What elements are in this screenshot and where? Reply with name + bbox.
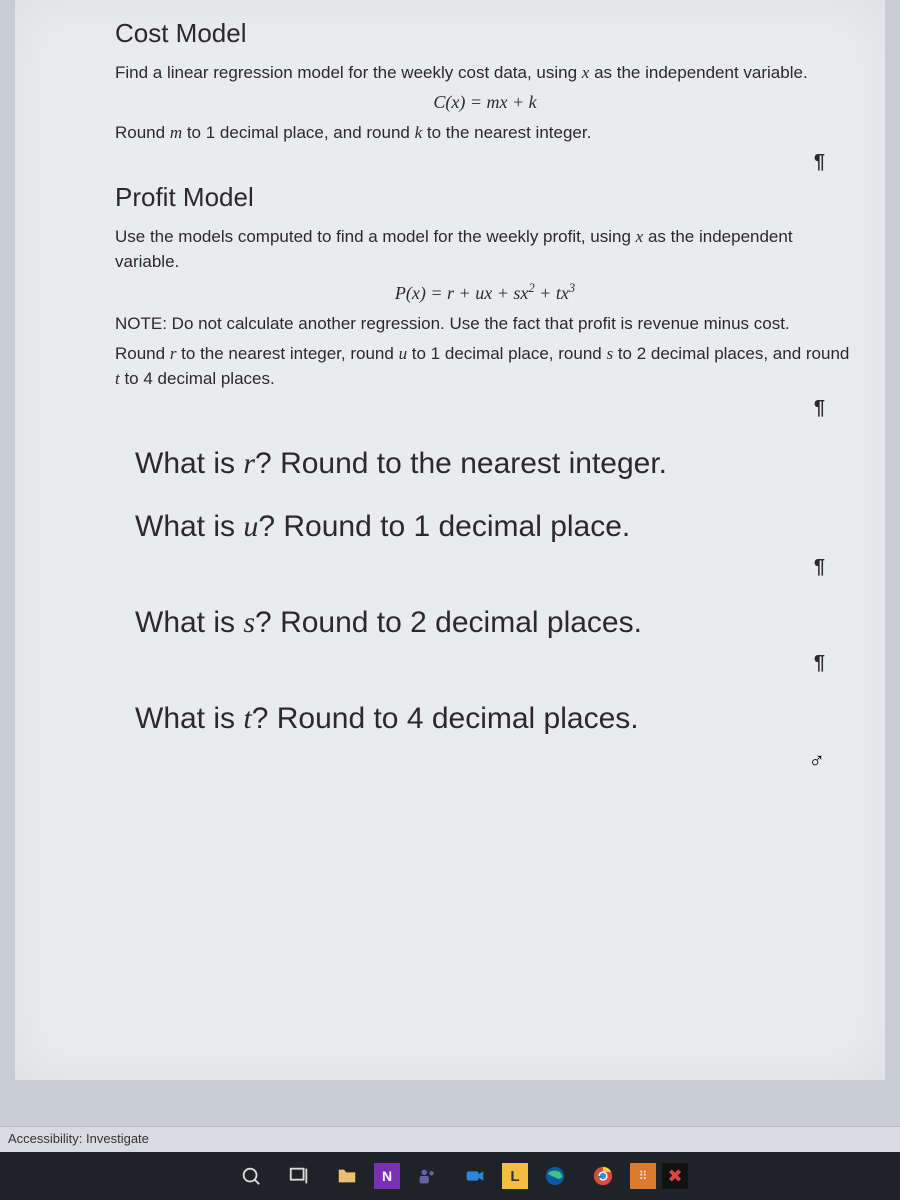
cost-equation: C(x) = mx + k <box>115 92 855 113</box>
document-page: Cost Model Find a linear regression mode… <box>15 0 885 1080</box>
var-m: m <box>170 123 182 142</box>
search-icon[interactable] <box>230 1156 272 1196</box>
var-t: t <box>243 702 251 735</box>
file-explorer-icon[interactable] <box>326 1156 368 1196</box>
text: ? Round to 2 decimal places. <box>255 606 642 639</box>
teams-icon[interactable] <box>406 1156 448 1196</box>
question-s: What is s? Round to 2 decimal places. <box>135 603 855 642</box>
task-view-icon[interactable] <box>278 1156 320 1196</box>
text: What is <box>135 702 243 735</box>
document-content: Cost Model Find a linear regression mode… <box>15 18 885 774</box>
text: ? Round to the nearest integer. <box>255 447 667 480</box>
accessibility-status[interactable]: Accessibility: Investigate <box>8 1131 149 1146</box>
profit-model-heading: Profit Model <box>115 182 855 213</box>
app-dark-icon[interactable]: ✖ <box>662 1163 688 1189</box>
app-l-icon[interactable]: L <box>502 1163 528 1189</box>
cursor-mark: ♂ <box>115 748 855 774</box>
text: ? Round to 1 decimal place. <box>258 510 630 543</box>
question-r: What is r? Round to the nearest integer. <box>135 444 855 483</box>
status-bar: Accessibility: Investigate <box>0 1126 900 1152</box>
var-k: k <box>415 123 423 142</box>
camera-icon[interactable] <box>454 1156 496 1196</box>
var-u: u <box>243 510 258 543</box>
question-u: What is u? Round to 1 decimal place. <box>135 507 855 546</box>
profit-rounding: Round r to the nearest integer, round u … <box>115 342 855 391</box>
onenote-icon[interactable]: N <box>374 1163 400 1189</box>
pilcrow-mark: ¶ <box>115 556 855 579</box>
text: ? Round to 4 decimal places. <box>252 702 639 735</box>
windows-taskbar: N L ⠿ ✖ <box>0 1152 900 1200</box>
text: to the nearest integer. <box>422 123 591 142</box>
pilcrow-mark: ¶ <box>115 397 855 420</box>
var-s: s <box>243 606 255 639</box>
profit-equation: P(x) = r + ux + sx2 + tx3 <box>115 281 855 304</box>
profit-model-instruction: Use the models computed to find a model … <box>115 225 855 274</box>
cost-model-instruction: Find a linear regression model for the w… <box>115 61 855 86</box>
text: to 1 decimal place, and round <box>182 123 414 142</box>
text: What is <box>135 447 243 480</box>
text: What is <box>135 510 243 543</box>
cost-model-heading: Cost Model <box>115 18 855 49</box>
text: What is <box>135 606 243 639</box>
var-r: r <box>243 447 255 480</box>
text: Use the models computed to find a model … <box>115 227 636 246</box>
app-orange-icon[interactable]: ⠿ <box>630 1163 656 1189</box>
text: Round <box>115 123 170 142</box>
chrome-icon[interactable] <box>582 1156 624 1196</box>
text: Find a linear regression model for the w… <box>115 63 582 82</box>
question-t: What is t? Round to 4 decimal places. <box>135 699 855 738</box>
profit-note: NOTE: Do not calculate another regressio… <box>115 312 855 337</box>
pilcrow-mark: ¶ <box>115 151 855 174</box>
cost-rounding: Round m to 1 decimal place, and round k … <box>115 121 855 146</box>
pilcrow-mark: ¶ <box>115 652 855 675</box>
edge-icon[interactable] <box>534 1156 576 1196</box>
text: as the independent variable. <box>589 63 807 82</box>
